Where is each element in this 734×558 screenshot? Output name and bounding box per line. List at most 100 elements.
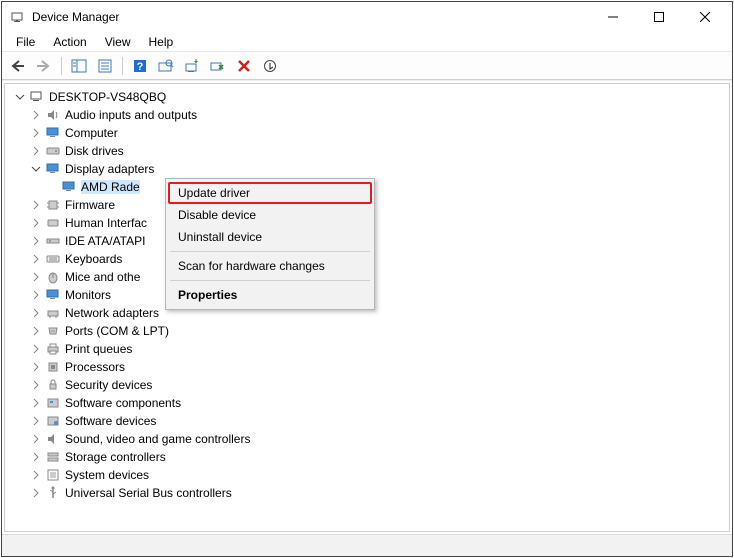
chevron-right-icon[interactable] [29, 252, 43, 266]
printer-icon [45, 341, 61, 357]
tree-item-label: Computer [65, 126, 118, 140]
tree-item-sound[interactable]: Sound, video and game controllers [9, 430, 729, 448]
menu-help[interactable]: Help [141, 34, 182, 50]
toolbar-separator [122, 57, 123, 75]
tree-root-row[interactable]: DESKTOP-VS48QBQ [9, 88, 729, 106]
tree-item-label: Mice and othe [65, 270, 140, 284]
chevron-right-icon[interactable] [29, 468, 43, 482]
tree-item-display-adapters[interactable]: Display adapters [9, 160, 729, 178]
storage-icon [45, 449, 61, 465]
tree-item-print-queues[interactable]: Print queues [9, 340, 729, 358]
chevron-right-icon[interactable] [29, 216, 43, 230]
tree-item-ports[interactable]: Ports (COM & LPT) [9, 322, 729, 340]
tree-item-label: Display adapters [65, 162, 154, 176]
display-adapter-icon [45, 161, 61, 177]
toolbar: ? [2, 52, 732, 80]
chevron-right-icon[interactable] [29, 288, 43, 302]
statusbar [2, 534, 732, 556]
tree-item-label: Keyboards [65, 252, 122, 266]
menu-view[interactable]: View [97, 34, 139, 50]
add-legacy-hardware-button[interactable] [258, 55, 282, 77]
window-controls [590, 2, 728, 32]
cpu-icon [45, 359, 61, 375]
tree-item-label: Ports (COM & LPT) [65, 324, 169, 338]
toolbar-separator [61, 57, 62, 75]
mouse-icon [45, 269, 61, 285]
tree-item-label: Software devices [65, 414, 156, 428]
computer-icon [29, 89, 45, 105]
tree-item-label: Storage controllers [65, 450, 166, 464]
system-icon [45, 467, 61, 483]
chevron-right-icon[interactable] [29, 414, 43, 428]
context-uninstall-device[interactable]: Uninstall device [168, 226, 372, 248]
tree-item-computer[interactable]: Computer [9, 124, 729, 142]
menu-file[interactable]: File [8, 34, 43, 50]
chip-icon [45, 197, 61, 213]
chevron-right-icon[interactable] [29, 144, 43, 158]
tree-item-label: Software components [65, 396, 181, 410]
chevron-right-icon[interactable] [29, 450, 43, 464]
ide-icon [45, 233, 61, 249]
menubar: File Action View Help [2, 32, 732, 52]
minimize-button[interactable] [590, 2, 636, 32]
app-icon [10, 9, 26, 25]
chevron-right-icon[interactable] [29, 234, 43, 248]
tree-item-security[interactable]: Security devices [9, 376, 729, 394]
titlebar: Device Manager [2, 2, 732, 32]
chevron-right-icon[interactable] [29, 270, 43, 284]
forward-button[interactable] [32, 55, 56, 77]
chevron-down-icon[interactable] [29, 162, 43, 176]
close-button[interactable] [682, 2, 728, 32]
chevron-right-icon[interactable] [29, 396, 43, 410]
hid-icon [45, 215, 61, 231]
context-properties[interactable]: Properties [168, 284, 372, 306]
tree-item-usb[interactable]: Universal Serial Bus controllers [9, 484, 729, 502]
tree-item-audio[interactable]: Audio inputs and outputs [9, 106, 729, 124]
chevron-right-icon[interactable] [29, 486, 43, 500]
disable-device-button[interactable] [206, 55, 230, 77]
device-tree[interactable]: DESKTOP-VS48QBQ Audio inputs and outputs… [4, 83, 730, 532]
maximize-button[interactable] [636, 2, 682, 32]
tree-item-software-components[interactable]: Software components [9, 394, 729, 412]
network-icon [45, 305, 61, 321]
chevron-right-icon[interactable] [29, 432, 43, 446]
uninstall-device-button[interactable] [232, 55, 256, 77]
context-update-driver[interactable]: Update driver [168, 182, 372, 204]
spacer [45, 180, 59, 194]
context-menu: Update driver Disable device Uninstall d… [165, 178, 375, 310]
context-disable-device[interactable]: Disable device [168, 204, 372, 226]
chevron-down-icon[interactable] [13, 90, 27, 104]
scan-hardware-button[interactable] [154, 55, 178, 77]
chevron-right-icon[interactable] [29, 108, 43, 122]
chevron-right-icon[interactable] [29, 306, 43, 320]
chevron-right-icon[interactable] [29, 126, 43, 140]
chevron-right-icon[interactable] [29, 342, 43, 356]
chevron-right-icon[interactable] [29, 324, 43, 338]
tree-item-processors[interactable]: Processors [9, 358, 729, 376]
tree-item-system-devices[interactable]: System devices [9, 466, 729, 484]
sound-icon [45, 431, 61, 447]
software-device-icon [45, 413, 61, 429]
context-separator [170, 280, 370, 281]
security-icon [45, 377, 61, 393]
help-button[interactable]: ? [128, 55, 152, 77]
menu-action[interactable]: Action [45, 34, 94, 50]
tree-item-label: System devices [65, 468, 149, 482]
chevron-right-icon[interactable] [29, 360, 43, 374]
svg-text:?: ? [137, 62, 144, 74]
update-driver-button[interactable] [180, 55, 204, 77]
tree-item-label: Audio inputs and outputs [65, 108, 197, 122]
chevron-right-icon[interactable] [29, 198, 43, 212]
monitor-icon [45, 287, 61, 303]
chevron-right-icon[interactable] [29, 378, 43, 392]
context-separator [170, 251, 370, 252]
tree-item-storage[interactable]: Storage controllers [9, 448, 729, 466]
tree-item-software-devices[interactable]: Software devices [9, 412, 729, 430]
properties-button[interactable] [93, 55, 117, 77]
context-scan-hardware[interactable]: Scan for hardware changes [168, 255, 372, 277]
tree-item-disk-drives[interactable]: Disk drives [9, 142, 729, 160]
show-hide-console-tree-button[interactable] [67, 55, 91, 77]
device-manager-window: Device Manager File Action View Help [1, 1, 733, 557]
tree-item-label: IDE ATA/ATAPI [65, 234, 145, 248]
back-button[interactable] [6, 55, 30, 77]
